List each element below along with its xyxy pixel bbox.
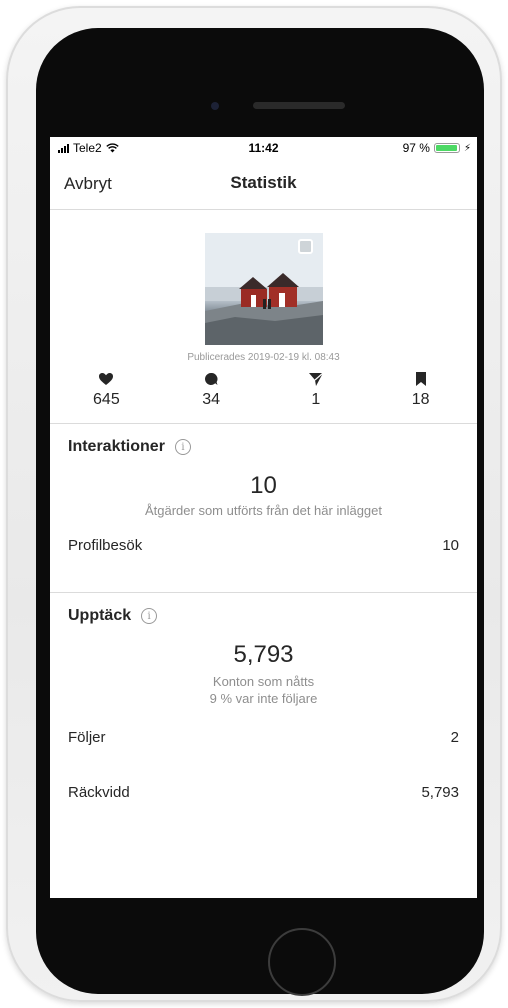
saves-count: 18 <box>368 367 473 423</box>
share-icon <box>308 372 324 386</box>
discovery-title: Upptäck <box>68 607 132 624</box>
stat-row-profile-visits: Profilbesök 10 <box>50 537 477 554</box>
shares-value: 1 <box>311 391 321 408</box>
stat-label: Profilbesök <box>68 537 143 554</box>
earpiece-speaker <box>253 102 345 109</box>
comments-value: 34 <box>202 391 221 408</box>
page-title: Statistik <box>230 173 297 192</box>
saves-value: 18 <box>411 391 430 408</box>
signal-icon <box>58 143 69 153</box>
app-screen: Tele2 11:42 97 % ⚡ Avbryt Statistik Publ… <box>50 137 477 898</box>
interactions-section: Interaktioner i 10 Åtgärder som utförts … <box>50 424 477 593</box>
published-date: Publicerades 2019-02-19 kl. 08:43 <box>187 352 340 363</box>
info-icon[interactable]: i <box>141 608 158 624</box>
carrier-label: Tele2 <box>73 141 102 155</box>
likes-count: 645 <box>54 367 159 423</box>
interactions-subtitle: Åtgärder som utförts från det här inlägg… <box>144 503 382 518</box>
stat-value: 10 <box>442 537 459 554</box>
interactions-header: Interaktioner i <box>50 424 477 456</box>
status-right: 97 % ⚡ <box>403 141 471 155</box>
stat-label: Följer <box>68 729 106 746</box>
status-bar: Tele2 11:42 97 % ⚡ <box>50 137 477 159</box>
battery-icon <box>433 143 460 153</box>
interactions-title: Interaktioner <box>68 438 165 455</box>
discovery-subtitle-2: 9 % var inte följare <box>209 691 318 706</box>
heart-icon <box>99 373 114 385</box>
stat-label: Räckvidd <box>68 784 130 801</box>
front-camera <box>211 102 219 110</box>
discovery-header: Upptäck i <box>50 593 477 625</box>
stat-value: 5,793 <box>421 784 459 801</box>
select-checkbox[interactable] <box>298 239 313 254</box>
wifi-icon <box>105 143 119 153</box>
nav-bar: Avbryt Statistik <box>50 159 477 210</box>
status-left: Tele2 <box>58 141 119 155</box>
interactions-total: 10 <box>250 472 277 499</box>
stat-row-following: Följer 2 <box>50 729 477 746</box>
post-preview: Publicerades 2019-02-19 kl. 08:43 <box>50 210 477 367</box>
stat-value: 2 <box>450 729 459 746</box>
post-thumbnail[interactable] <box>205 233 323 345</box>
comment-icon <box>205 372 218 385</box>
battery-level <box>435 145 458 151</box>
home-button[interactable] <box>268 928 336 996</box>
info-icon[interactable]: i <box>174 439 191 455</box>
bookmark-icon <box>415 372 426 386</box>
discovery-section: Upptäck i 5,793 Konton som nåtts 9 % var… <box>50 593 477 801</box>
stat-row-reach: Räckvidd 5,793 <box>50 784 477 801</box>
discovery-total: 5,793 <box>233 641 294 668</box>
engagement-counts: 645 34 1 18 <box>50 367 477 424</box>
comments-count: 34 <box>159 367 264 423</box>
likes-value: 645 <box>93 391 120 408</box>
battery-percent: 97 % <box>402 141 430 155</box>
shares-count: 1 <box>264 367 369 423</box>
charging-icon: ⚡ <box>463 142 471 154</box>
discovery-subtitle-1: Konton som nåtts <box>212 674 315 689</box>
